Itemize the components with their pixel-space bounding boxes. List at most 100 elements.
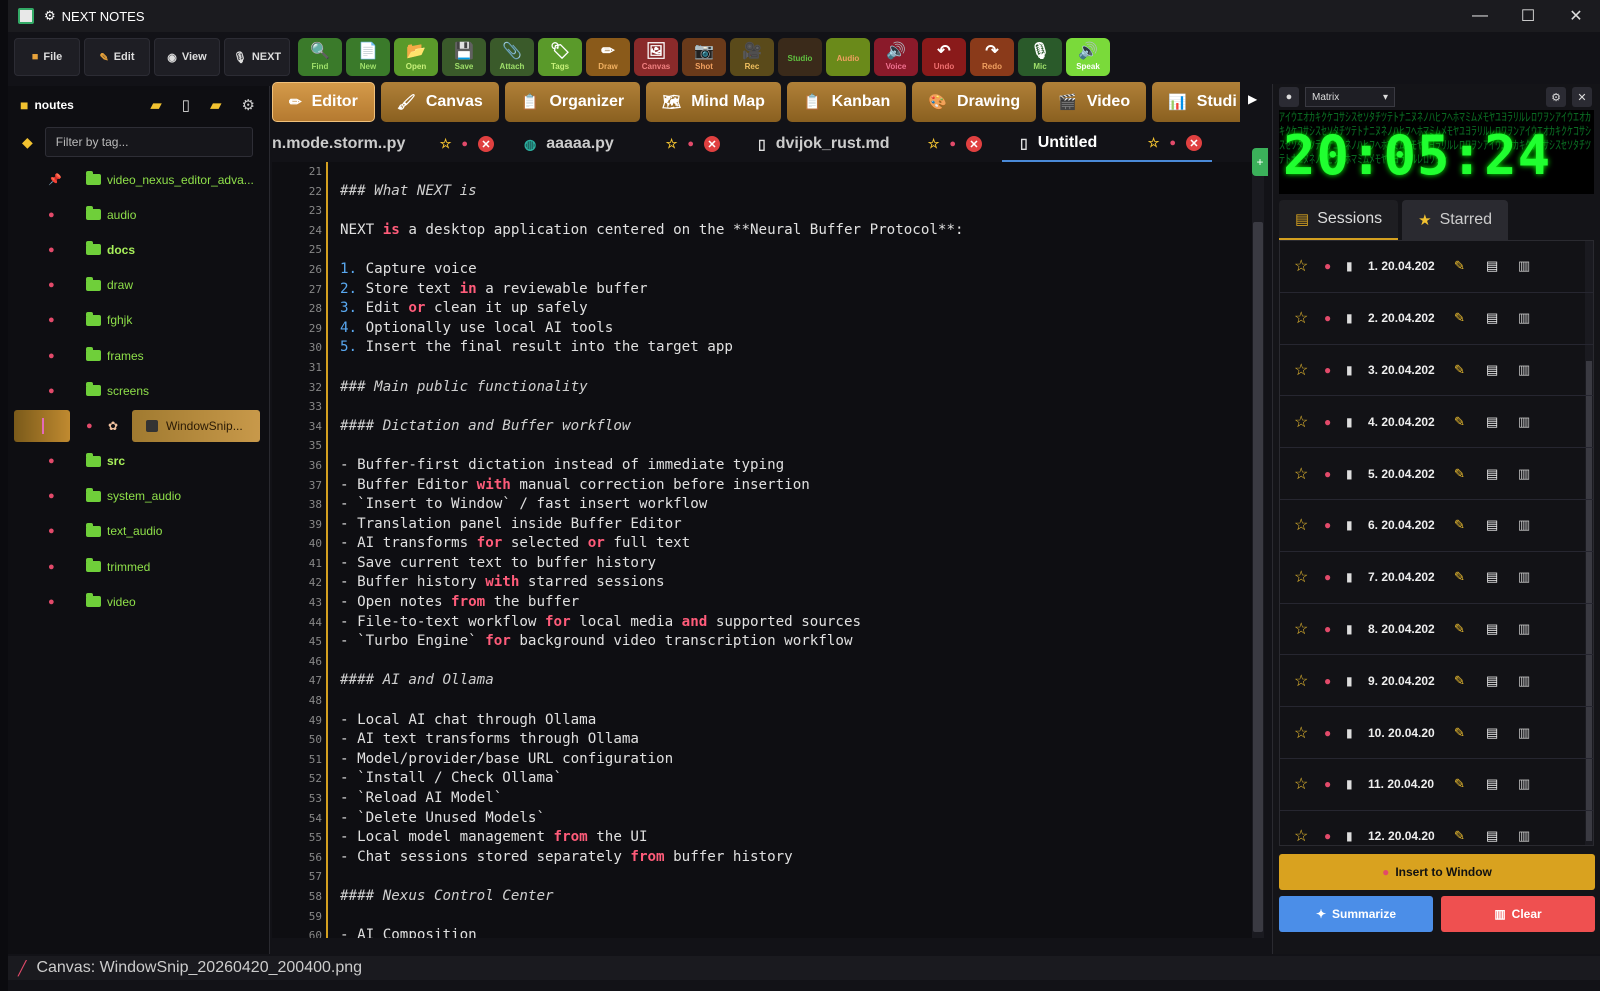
close-tab-icon[interactable]: ✕ [966, 136, 982, 152]
file-item[interactable]: WindowSnip... [132, 409, 260, 442]
star-icon[interactable]: ☆ [1294, 671, 1324, 691]
trash-icon[interactable]: ▥ [1518, 414, 1538, 430]
tool-button-rec[interactable]: 🎥 Rec [730, 38, 774, 76]
tab-kanban[interactable]: 📋 Kanban [786, 82, 907, 122]
tool-button-save[interactable]: 💾 Save [442, 38, 486, 76]
menu-view[interactable]: ◉ View [154, 38, 220, 76]
pencil-icon[interactable]: ✎ [1454, 362, 1486, 378]
tree-item[interactable]: ● docs [8, 232, 269, 267]
pin-icon[interactable]: ● [1169, 137, 1176, 149]
star-icon[interactable]: ☆ [1294, 464, 1324, 484]
clipboard-icon[interactable]: ▤ [1486, 310, 1518, 326]
menu-edit[interactable]: ✎ Edit [84, 38, 150, 76]
close-icon[interactable]: ✕ [1572, 87, 1592, 107]
pencil-icon[interactable]: ✎ [1454, 725, 1486, 741]
tree-item[interactable]: ● fghjk [8, 303, 269, 338]
trash-icon[interactable]: ▥ [1518, 725, 1538, 741]
pencil-icon[interactable]: ✎ [1454, 517, 1486, 533]
pin-icon[interactable]: ● [687, 138, 694, 150]
pencil-icon[interactable]: ✎ [1454, 466, 1486, 482]
trash-icon[interactable]: ▥ [1518, 517, 1538, 533]
pin-icon[interactable]: ● [1324, 415, 1346, 429]
new-folder-icon[interactable]: ▰ [210, 96, 222, 114]
star-icon[interactable]: ☆ [666, 136, 678, 152]
scroll-thumb[interactable] [1253, 222, 1263, 932]
tree-item[interactable]: ● draw [8, 268, 269, 303]
trash-icon[interactable]: ▥ [1518, 258, 1538, 274]
tab-mind-map[interactable]: 🗺 Mind Map [646, 82, 781, 122]
file-tab[interactable]: ◍ aaaaa.py ☆ ● ✕ [504, 126, 730, 162]
tree-item-selected[interactable]: ● ✿ WindowSnip... [8, 408, 269, 443]
tree-item[interactable]: ● video [8, 584, 269, 619]
tree-item[interactable]: ● src [8, 444, 269, 479]
tool-button-speak[interactable]: 🔊 Speak [1066, 38, 1110, 76]
tool-button-studio[interactable]: Studio [778, 38, 822, 76]
tree-item[interactable]: ● frames [8, 338, 269, 373]
session-row[interactable]: ☆ ● ▮ 4. 20.04.202 ✎ ▤ ▥ [1280, 396, 1593, 449]
session-row[interactable]: ☆ ● ▮ 1. 20.04.202 ✎ ▤ ▥ [1280, 241, 1593, 293]
tool-button-new[interactable]: 📄 New [346, 38, 390, 76]
session-row[interactable]: ☆ ● ▮ 3. 20.04.202 ✎ ▤ ▥ [1280, 345, 1593, 397]
trash-icon[interactable]: ▥ [1518, 310, 1538, 326]
clipboard-icon[interactable]: ▤ [1486, 362, 1518, 378]
session-row[interactable]: ☆ ● ▮ 9. 20.04.202 ✎ ▤ ▥ [1280, 655, 1593, 708]
editor-scrollbar[interactable] [1252, 162, 1264, 938]
star-icon[interactable]: ☆ [1294, 723, 1324, 743]
tab-canvas[interactable]: 🖌 Canvas [380, 82, 499, 122]
star-icon[interactable]: ☆ [440, 136, 452, 152]
star-icon[interactable]: ☆ [1294, 256, 1324, 276]
tool-button-undo[interactable]: ↶ Undo [922, 38, 966, 76]
clipboard-icon[interactable]: ▤ [1486, 466, 1518, 482]
mode-select[interactable]: Matrix ▾ [1305, 87, 1395, 107]
tool-button-redo[interactable]: ↷ Redo [970, 38, 1014, 76]
tree-item[interactable]: ● trimmed [8, 549, 269, 584]
session-row[interactable]: ☆ ● ▮ 7. 20.04.202 ✎ ▤ ▥ [1280, 552, 1593, 604]
tab-organizer[interactable]: 📋 Organizer [504, 82, 641, 122]
insert-to-window-button[interactable]: ● Insert to Window [1279, 854, 1595, 890]
code-editor[interactable]: 21 22 23 24 25 26 27 28 29 30 31 32 33 34 35 36 37 38 39 40… [272, 162, 1252, 938]
maximize-button[interactable]: ☐ [1504, 0, 1552, 32]
trash-icon[interactable]: ▥ [1518, 362, 1538, 378]
minimize-button[interactable]: — [1456, 0, 1504, 32]
tree-item[interactable]: ● text_audio [8, 514, 269, 549]
tree-item[interactable]: ● system_audio [8, 479, 269, 514]
trash-icon[interactable]: ▥ [1518, 621, 1538, 637]
tree-item[interactable]: ● audio [8, 197, 269, 232]
pin-icon[interactable]: ● [1324, 674, 1346, 688]
summarize-button[interactable]: ✦ Summarize [1279, 896, 1433, 932]
tag-filter-input[interactable] [44, 127, 253, 157]
pin-icon[interactable]: ● [1324, 259, 1346, 273]
star-icon[interactable]: ☆ [1148, 135, 1160, 151]
close-tab-icon[interactable]: ✕ [1186, 135, 1202, 151]
tab-sessions[interactable]: ▤ Sessions [1279, 200, 1399, 240]
new-file-icon[interactable]: ▯ [182, 96, 190, 114]
pin-icon[interactable]: ● [1324, 829, 1346, 843]
close-tab-icon[interactable]: ✕ [704, 136, 720, 152]
pencil-icon[interactable]: ✎ [1454, 310, 1486, 326]
clipboard-icon[interactable]: ▤ [1486, 258, 1518, 274]
trash-icon[interactable]: ▥ [1518, 776, 1538, 792]
star-icon[interactable]: ☆ [1294, 308, 1324, 328]
trash-icon[interactable]: ▥ [1518, 466, 1538, 482]
tool-button-tags[interactable]: 🏷 Tags [538, 38, 582, 76]
tab-studio[interactable]: 📊 Studi [1152, 82, 1240, 122]
clipboard-icon[interactable]: ▤ [1486, 828, 1518, 844]
tool-button-find[interactable]: 🔍 Find [298, 38, 342, 76]
gear-icon[interactable]: ⚙ [242, 96, 255, 114]
session-row[interactable]: ☆ ● ▮ 11. 20.04.20 ✎ ▤ ▥ [1280, 759, 1593, 811]
pin-icon[interactable]: ● [461, 138, 468, 150]
pin-icon[interactable]: ● [1324, 363, 1346, 377]
tool-button-mic[interactable]: 🎙 Mic [1018, 38, 1062, 76]
tool-button-open[interactable]: 📂 Open [394, 38, 438, 76]
close-tab-icon[interactable]: ✕ [478, 136, 494, 152]
clipboard-icon[interactable]: ▤ [1486, 776, 1518, 792]
pencil-icon[interactable]: ✎ [1454, 776, 1486, 792]
tree-item[interactable]: 📌 video_nexus_editor_adva... [8, 162, 269, 197]
theme-icon[interactable]: ● [1279, 87, 1299, 107]
pencil-icon[interactable]: ✎ [1454, 828, 1486, 844]
pin-icon[interactable]: ● [949, 138, 956, 150]
tool-button-shot[interactable]: 📷 Shot [682, 38, 726, 76]
tree-item[interactable]: ● screens [8, 373, 269, 408]
close-window-button[interactable]: ✕ [1552, 0, 1600, 32]
clipboard-icon[interactable]: ▤ [1486, 414, 1518, 430]
